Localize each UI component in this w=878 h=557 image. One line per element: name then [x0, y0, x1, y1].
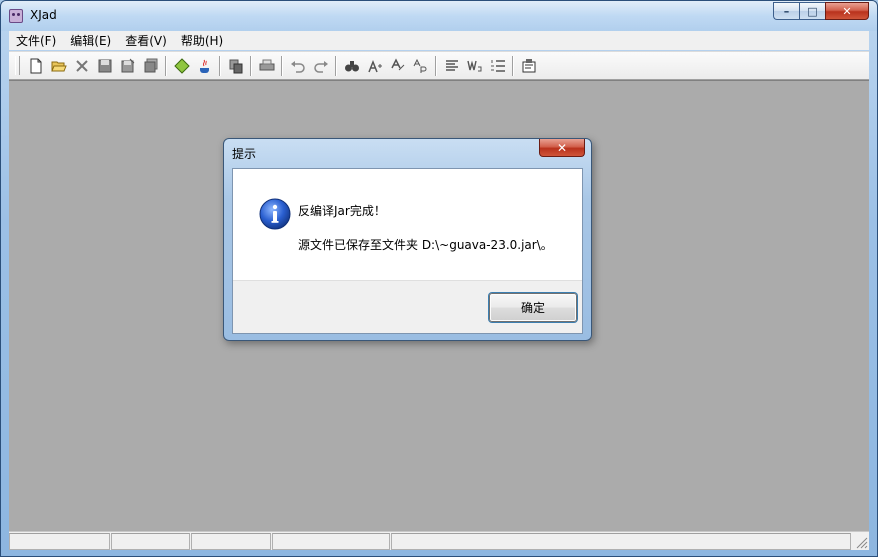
- message-dialog: 提示 ✕ 反编译Jar完成！ 源文件已保存至文件夹 D:\~guava-23.0…: [223, 138, 592, 341]
- align-icon: [445, 59, 458, 71]
- menu-view[interactable]: 查看(V): [118, 32, 174, 49]
- word-wrap-button[interactable]: [463, 55, 486, 77]
- toolbar-separator: [219, 55, 221, 76]
- status-pane-2: [111, 533, 190, 550]
- find-next-button[interactable]: [363, 55, 386, 77]
- info-icon: [259, 198, 291, 230]
- app-icon[interactable]: [9, 9, 23, 23]
- close-icon: ✕: [842, 4, 852, 18]
- copy-icon: [229, 59, 242, 73]
- status-pane-1: [9, 533, 110, 550]
- toolbar-grip[interactable]: [15, 56, 20, 75]
- dialog-close-button[interactable]: ✕: [539, 139, 585, 157]
- new-file-icon: [30, 58, 41, 73]
- replace-icon: [390, 57, 404, 70]
- toolbar-separator: [335, 55, 337, 76]
- save-as-icon: [121, 58, 134, 72]
- align-button[interactable]: [440, 55, 463, 77]
- word-wrap-icon: [466, 59, 481, 71]
- window-title: XJad: [30, 8, 57, 22]
- dialog-message-title: 反编译Jar完成！: [298, 204, 386, 218]
- menu-help[interactable]: 帮助(H): [174, 32, 230, 49]
- dialog-title: 提示: [232, 147, 257, 161]
- properties-button[interactable]: [517, 55, 540, 77]
- toolbar-separator: [281, 55, 283, 76]
- java-button[interactable]: [193, 55, 216, 77]
- menu-file[interactable]: 文件(F): [9, 32, 63, 49]
- print-icon: [259, 59, 274, 70]
- open-button[interactable]: [47, 55, 70, 77]
- decompile-button[interactable]: [170, 55, 193, 77]
- dialog-body: 反编译Jar完成！ 源文件已保存至文件夹 D:\~guava-23.0.jar\…: [232, 168, 583, 334]
- save-all-button[interactable]: [139, 55, 162, 77]
- delete-icon: [75, 59, 88, 72]
- redo-button[interactable]: [309, 55, 332, 77]
- save-icon: [98, 59, 111, 72]
- status-pane-4: [272, 533, 390, 550]
- replace-all-icon: [413, 58, 426, 73]
- find-button[interactable]: [340, 55, 363, 77]
- undo-button[interactable]: [286, 55, 309, 77]
- properties-icon: [522, 58, 535, 72]
- print-button[interactable]: [255, 55, 278, 77]
- list-button[interactable]: [486, 55, 509, 77]
- status-bar: [9, 531, 869, 550]
- minimize-button[interactable]: –: [773, 2, 799, 20]
- close-icon: ✕: [556, 140, 568, 155]
- window-controls: – □ ✕: [773, 2, 869, 20]
- size-grip-icon[interactable]: [854, 535, 868, 549]
- delete-button[interactable]: [70, 55, 93, 77]
- save-as-button[interactable]: [116, 55, 139, 77]
- close-button[interactable]: ✕: [825, 2, 869, 20]
- maximize-icon: □: [807, 4, 818, 18]
- toolbar-separator: [250, 55, 252, 76]
- toolbar-separator: [435, 55, 437, 76]
- status-pane-5: [391, 533, 851, 550]
- save-all-icon: [144, 58, 157, 72]
- toolbar-separator: [165, 55, 167, 76]
- open-folder-icon: [50, 61, 67, 71]
- dialog-message-path: 源文件已保存至文件夹 D:\~guava-23.0.jar\。: [298, 238, 553, 252]
- menu-edit[interactable]: 编辑(E): [63, 32, 118, 49]
- find-next-icon: [367, 59, 382, 72]
- list-icon: [490, 59, 505, 72]
- toolbar: [9, 51, 869, 80]
- maximize-button[interactable]: □: [799, 2, 825, 20]
- new-file-button[interactable]: [24, 55, 47, 77]
- replace-button[interactable]: [386, 55, 409, 77]
- ok-button[interactable]: 确定: [489, 293, 577, 322]
- dialog-footer: 确定: [233, 280, 582, 333]
- menu-bar: 文件(F) 编辑(E) 查看(V) 帮助(H): [9, 31, 869, 50]
- save-button[interactable]: [93, 55, 116, 77]
- redo-icon: [313, 60, 328, 73]
- java-icon: [199, 59, 209, 73]
- minimize-icon: –: [783, 4, 790, 18]
- title-bar[interactable]: XJad – □ ✕: [1, 1, 877, 31]
- status-pane-3: [191, 533, 271, 550]
- decompile-icon: [173, 57, 190, 74]
- toolbar-separator: [512, 55, 514, 76]
- replace-all-button[interactable]: [409, 55, 432, 77]
- undo-icon: [290, 60, 305, 73]
- copy-button[interactable]: [224, 55, 247, 77]
- find-icon: [344, 60, 359, 71]
